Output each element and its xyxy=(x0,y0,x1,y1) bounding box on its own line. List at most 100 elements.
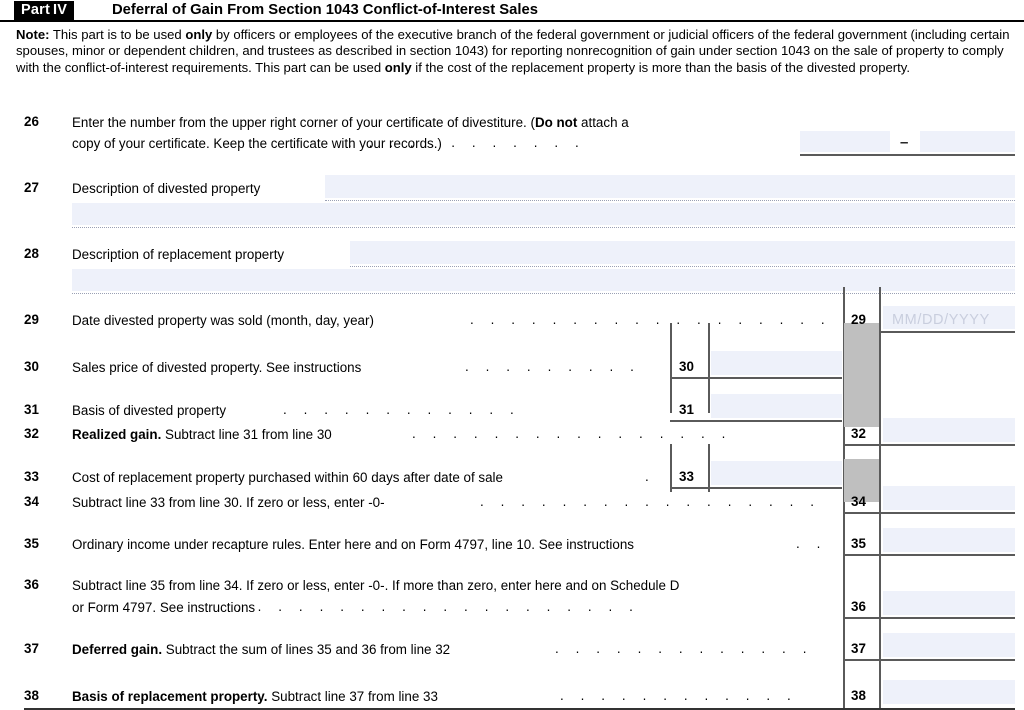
line-27-input-row2[interactable] xyxy=(72,203,1015,225)
line-37-underline xyxy=(843,659,1015,661)
line-32-underline xyxy=(843,444,1015,446)
column-rule-inner-left-b xyxy=(670,444,672,492)
line-37-box-number: 37 xyxy=(851,641,866,656)
line-26-underline xyxy=(800,154,1015,156)
column-rule-inner-right-a xyxy=(708,323,710,413)
line-38-amount-input[interactable] xyxy=(883,680,1015,704)
note-text-3: if the cost of the replacement property … xyxy=(411,59,910,75)
column-rule-inner-right-b xyxy=(708,444,710,492)
line-30-amount-input[interactable] xyxy=(711,351,842,375)
line-37-text: Subtract the sum of lines 35 and 36 from… xyxy=(162,642,451,657)
line-29-box-number: 29 xyxy=(851,312,866,327)
line-28-dotted-rule-1 xyxy=(350,266,1015,267)
line-38-dot-leader: . . . . . . . . . . . . xyxy=(560,688,798,703)
line-28-input-row2[interactable] xyxy=(72,269,1015,291)
line-34-amount-input[interactable] xyxy=(883,486,1015,510)
line-33-amount-input[interactable] xyxy=(711,461,842,485)
line-29-placeholder: MM/DD/YYYY xyxy=(892,312,990,328)
line-34-underline xyxy=(843,512,1015,514)
line-29-underline xyxy=(879,331,1015,333)
line-26-dot-leader: . . . . . . . . . . . . xyxy=(348,135,586,150)
line-33-label: Cost of replacement property purchased w… xyxy=(72,470,503,485)
line-number-29: 29 xyxy=(24,312,39,327)
line-number-36: 36 xyxy=(24,577,39,592)
line-26-emphasis: Do not xyxy=(534,115,578,130)
line-30-underline xyxy=(670,377,842,379)
line-36-underline xyxy=(843,617,1015,619)
line-number-33: 33 xyxy=(24,469,39,484)
line-36-text-row2: or Form 4797. See instructions xyxy=(72,600,256,615)
shaded-block-29-31 xyxy=(844,323,879,427)
line-32-label: Realized gain. Subtract line 31 from lin… xyxy=(72,426,332,443)
line-32-dot-leader: . . . . . . . . . . . . . . . . xyxy=(412,426,732,441)
part-number-badge: Part IV xyxy=(14,1,75,20)
note-text-1: This part is to be used xyxy=(49,27,186,42)
line-35-amount-input[interactable] xyxy=(883,528,1015,552)
part-title: Deferral of Gain From Section 1043 Confl… xyxy=(112,2,538,18)
form-body: 26 Enter the number from the upper right… xyxy=(0,104,1024,710)
line-26-text-a: Enter the number from the upper right co… xyxy=(72,115,535,130)
line-27-dotted-rule-2 xyxy=(72,227,1015,228)
line-36-text-row1: Subtract line 35 from line 34. If zero o… xyxy=(72,578,680,593)
line-28-input-row1[interactable] xyxy=(350,241,1015,264)
line-29-label: Date divested property was sold (month, … xyxy=(72,313,374,328)
line-33-dot-leader: . xyxy=(645,469,656,484)
line-37-amount-input[interactable] xyxy=(883,633,1015,657)
line-36-dot-leader: . . . . . . . . . . . . . . . . . . . . xyxy=(237,599,640,614)
line-number-26: 26 xyxy=(24,114,39,129)
line-35-label: Ordinary income under recapture rules. E… xyxy=(72,537,634,552)
line-35-dot-leader: . . xyxy=(796,536,827,551)
line-26-text-row1: Enter the number from the upper right co… xyxy=(72,114,629,131)
line-26-text-b: attach a xyxy=(577,115,629,130)
line-32-box-number: 32 xyxy=(851,426,866,441)
line-33-box-number: 33 xyxy=(679,469,694,484)
line-36-amount-input[interactable] xyxy=(883,591,1015,615)
column-rule-inner-left-a xyxy=(670,323,672,413)
note-emphasis-2: only xyxy=(384,59,412,75)
part-roman-numeral: IV xyxy=(53,2,68,18)
line-28-dotted-rule-2 xyxy=(72,293,1015,294)
line-number-37: 37 xyxy=(24,641,39,656)
line-31-underline xyxy=(670,420,842,422)
line-31-label: Basis of divested property xyxy=(72,403,227,418)
line-37-label: Deferred gain. Subtract the sum of lines… xyxy=(72,641,450,658)
line-37-emphasis: Deferred gain. xyxy=(72,642,163,657)
line-26-input-left[interactable] xyxy=(800,131,890,152)
line-30-label: Sales price of divested property. See in… xyxy=(72,360,362,375)
line-34-dot-leader: . . . . . . . . . . . . . . . . . xyxy=(480,494,821,509)
line-number-31: 31 xyxy=(24,402,39,417)
line-31-amount-input[interactable] xyxy=(711,394,842,418)
line-number-30: 30 xyxy=(24,359,39,374)
note-emphasis-1: only xyxy=(185,27,213,42)
line-38-emphasis: Basis of replacement property. xyxy=(72,689,268,704)
part-label: Part xyxy=(21,2,51,18)
line-27-input-row1[interactable] xyxy=(325,175,1015,198)
line-26-input-right[interactable] xyxy=(920,131,1015,152)
line-32-amount-input[interactable] xyxy=(883,418,1015,442)
line-35-underline xyxy=(843,554,1015,556)
line-32-emphasis: Realized gain. xyxy=(72,427,162,442)
line-27-dotted-rule-1 xyxy=(325,200,1015,201)
line-37-dot-leader: . . . . . . . . . . . . . xyxy=(555,641,814,656)
line-27-label: Description of divested property xyxy=(72,181,261,196)
line-38-box-number: 38 xyxy=(851,688,866,703)
line-number-32: 32 xyxy=(24,426,39,441)
note-paragraph: Note: This part is to be used only by of… xyxy=(16,27,1014,76)
note-label: Note: xyxy=(16,27,50,42)
bottom-rule xyxy=(24,708,1015,710)
line-30-box-number: 30 xyxy=(679,359,694,374)
line-33-underline xyxy=(670,487,842,489)
line-number-35: 35 xyxy=(24,536,39,551)
line-34-label: Subtract line 33 from line 30. If zero o… xyxy=(72,495,385,510)
line-34-box-number: 34 xyxy=(851,494,866,509)
line-38-label: Basis of replacement property. Subtract … xyxy=(72,688,438,705)
line-30-dot-leader: . . . . . . . . . xyxy=(465,359,641,374)
line-26-separator-dash: – xyxy=(900,134,909,151)
line-31-dot-leader: . . . . . . . . . . . . xyxy=(283,402,521,417)
column-rule-outer-right xyxy=(879,287,881,708)
line-number-27: 27 xyxy=(24,180,39,195)
line-number-38: 38 xyxy=(24,688,39,703)
line-number-34: 34 xyxy=(24,494,39,509)
line-35-box-number: 35 xyxy=(851,536,866,551)
part-header-bar: Part IV Deferral of Gain From Section 104… xyxy=(0,0,1024,22)
